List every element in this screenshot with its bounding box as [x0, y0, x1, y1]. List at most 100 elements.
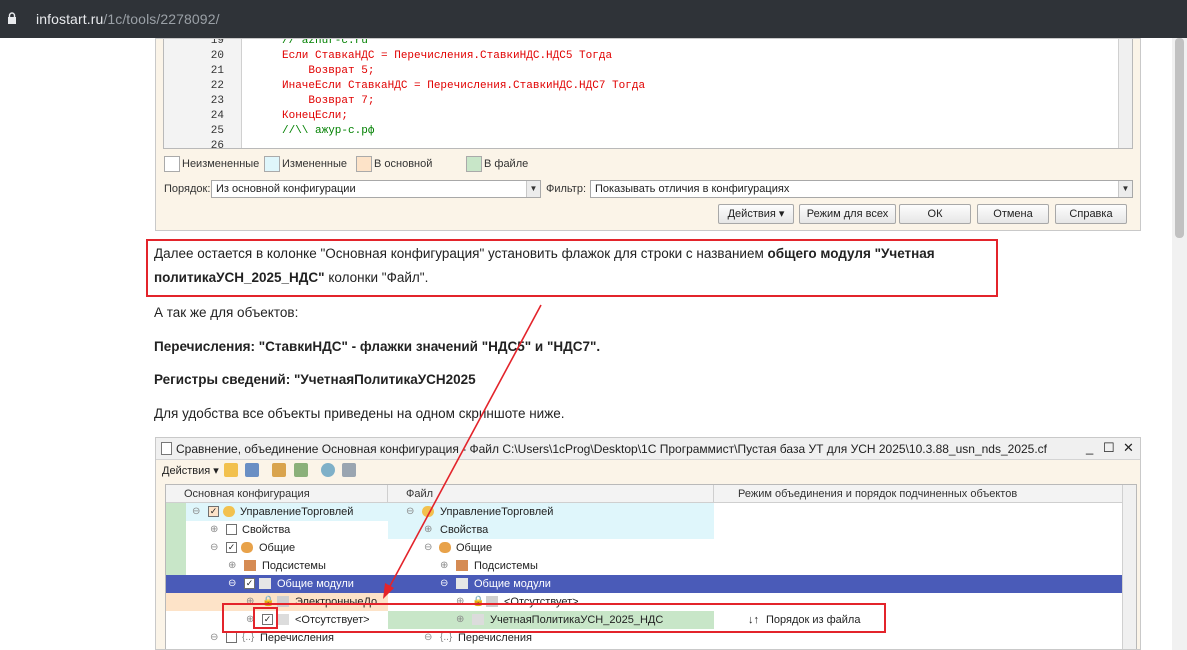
row-checkbox[interactable]: ✓ [208, 506, 219, 517]
compare-icon[interactable] [272, 463, 286, 477]
legend-label: Измененные [282, 158, 347, 170]
expand-icon[interactable]: ⊕ [424, 524, 432, 535]
row-right-label: Подсистемы [474, 560, 538, 572]
legend-swatch [264, 156, 280, 172]
row-checkbox[interactable] [226, 632, 237, 643]
window-titlebar: Сравнение, объединение Основная конфигур… [156, 438, 1140, 460]
collapse-icon[interactable]: ⊖ [192, 506, 200, 517]
mode-all-button[interactable]: Режим для всех [799, 204, 896, 224]
row-right-label: УправлениеТорговлей [440, 506, 554, 518]
tree-row[interactable]: ⊕ Свойства ⊕ Свойства [166, 521, 1124, 539]
scrollbar-thumb[interactable] [1175, 38, 1184, 238]
paragraph-5: Для удобства все объекты приведены на од… [154, 406, 565, 421]
collapse-icon[interactable]: ⊖ [406, 506, 414, 517]
refresh-icon[interactable] [321, 463, 335, 477]
filter-value: Показывать отличия в конфигурациях [595, 183, 790, 195]
help-button[interactable]: Справка [1055, 204, 1127, 224]
tree-actions-menu[interactable]: Действия ▾ [162, 464, 219, 477]
ok-button[interactable]: ОК [899, 204, 971, 224]
legend-label: Неизмененные [182, 158, 260, 170]
filter-select[interactable]: Показывать отличия в конфигурациях ▼ [590, 180, 1133, 198]
row-left-label: Свойства [242, 524, 291, 536]
collapse-icon[interactable]: ⊖ [424, 632, 432, 643]
save-icon[interactable] [245, 463, 259, 477]
module-icon [456, 578, 468, 589]
annotation-box [146, 239, 998, 297]
chevron-down-icon[interactable]: ▼ [526, 181, 540, 197]
collapse-icon[interactable]: ⊖ [440, 578, 448, 589]
row-checkbox[interactable]: ✓ [226, 542, 237, 553]
enum-icon: {..} [440, 632, 453, 643]
actions-button-label: Действия [727, 208, 776, 220]
document-icon [161, 442, 172, 455]
tree-actions-label: Действия [162, 465, 211, 477]
expand-icon[interactable]: ⊕ [210, 524, 218, 535]
minimize-icon[interactable]: _ [1086, 440, 1093, 455]
tree-toolbar: Действия ▾ [156, 461, 1140, 481]
tree-row-selected[interactable]: ⊖ ✓ Общие модули ⊖ Общие модули [166, 575, 1124, 593]
line-number: 22 [210, 80, 224, 92]
page-scrollbar[interactable] [1172, 38, 1187, 650]
subsystem-icon [244, 560, 256, 571]
close-icon[interactable]: ✕ [1123, 440, 1134, 456]
row-left-label: УправлениеТорговлей [240, 506, 354, 518]
code-line: КонецЕсли; [282, 110, 349, 122]
code-scrollbar[interactable] [1118, 39, 1132, 148]
paragraph-3: Перечисления: "СтавкиНДС" - флажки значе… [154, 339, 601, 354]
row-right-label: Свойства [440, 524, 489, 536]
module-icon [259, 578, 271, 589]
collapse-icon[interactable]: ⊖ [210, 632, 218, 643]
browser-address-bar: infostart.ru/1c/tools/2278092/ [0, 0, 1187, 38]
annotation-row-box [222, 603, 886, 633]
legend-swatch [356, 156, 372, 172]
legend-label: В файле [484, 158, 529, 170]
tree-row[interactable]: ⊕ Подсистемы ⊕ Подсистемы [166, 557, 1124, 575]
config-icon [223, 506, 235, 517]
chevron-down-icon[interactable]: ▼ [1118, 181, 1132, 197]
line-number: 25 [210, 125, 224, 137]
line-number: 19 [210, 39, 224, 47]
row-checkbox[interactable]: ✓ [244, 578, 255, 589]
common-icon [241, 542, 253, 553]
line-number: 20 [210, 50, 224, 62]
code-line: Если СтавкаНДС = Перечисления.СтавкиНДС.… [282, 50, 613, 62]
tree-row[interactable]: ⊖ ✓ Общие ⊖ Общие [166, 539, 1124, 557]
column-file[interactable]: Файл [388, 485, 714, 503]
report-icon[interactable] [294, 463, 308, 477]
cancel-button[interactable]: Отмена [977, 204, 1049, 224]
expand-icon[interactable]: ⊕ [440, 560, 448, 571]
column-merge-mode[interactable]: Режим объединения и порядок подчиненных … [714, 485, 1124, 503]
code-compare-screenshot: 19 20 21 22 23 24 25 26 // aznur-c.ru Ес… [155, 38, 1141, 231]
code-line: // aznur-c.ru [282, 39, 368, 47]
column-main-config[interactable]: Основная конфигурация [166, 485, 388, 503]
config-icon [422, 506, 434, 517]
collapse-icon[interactable]: ⊖ [228, 578, 236, 589]
line-number: 23 [210, 95, 224, 107]
lock-icon [8, 12, 16, 24]
common-icon [439, 542, 451, 553]
paragraph-2: А так же для объектов: [154, 305, 299, 320]
collapse-icon[interactable]: ⊖ [424, 542, 432, 553]
annotation-checkbox-box [253, 607, 278, 629]
url-host: infostart.ru [36, 11, 104, 27]
url-path: /1c/tools/2278092/ [103, 11, 220, 27]
settings-icon[interactable] [342, 463, 356, 477]
line-number: 24 [210, 110, 224, 122]
tree-row[interactable]: ⊖ ✓ УправлениеТорговлей ⊖ УправлениеТорг… [166, 503, 1124, 521]
order-value: Из основной конфигурации [216, 183, 356, 195]
maximize-icon[interactable]: ☐ [1103, 440, 1115, 456]
order-select[interactable]: Из основной конфигурации ▼ [211, 180, 541, 198]
filter-label: Фильтр: [546, 183, 587, 195]
url-text[interactable]: infostart.ru/1c/tools/2278092/ [36, 11, 220, 27]
line-number: 26 [210, 140, 224, 149]
actions-button[interactable]: Действия ▾ [718, 204, 794, 224]
open-folder-icon[interactable] [224, 463, 238, 477]
tree-scrollbar[interactable] [1122, 485, 1136, 649]
row-left-label: Подсистемы [262, 560, 326, 572]
collapse-icon[interactable]: ⊖ [210, 542, 218, 553]
expand-icon[interactable]: ⊕ [228, 560, 236, 571]
row-left-label: Общие [259, 542, 296, 554]
row-checkbox[interactable] [226, 524, 237, 535]
code-line: Возврат 7; [282, 95, 375, 107]
row-left-label: Общие модули [277, 578, 354, 590]
